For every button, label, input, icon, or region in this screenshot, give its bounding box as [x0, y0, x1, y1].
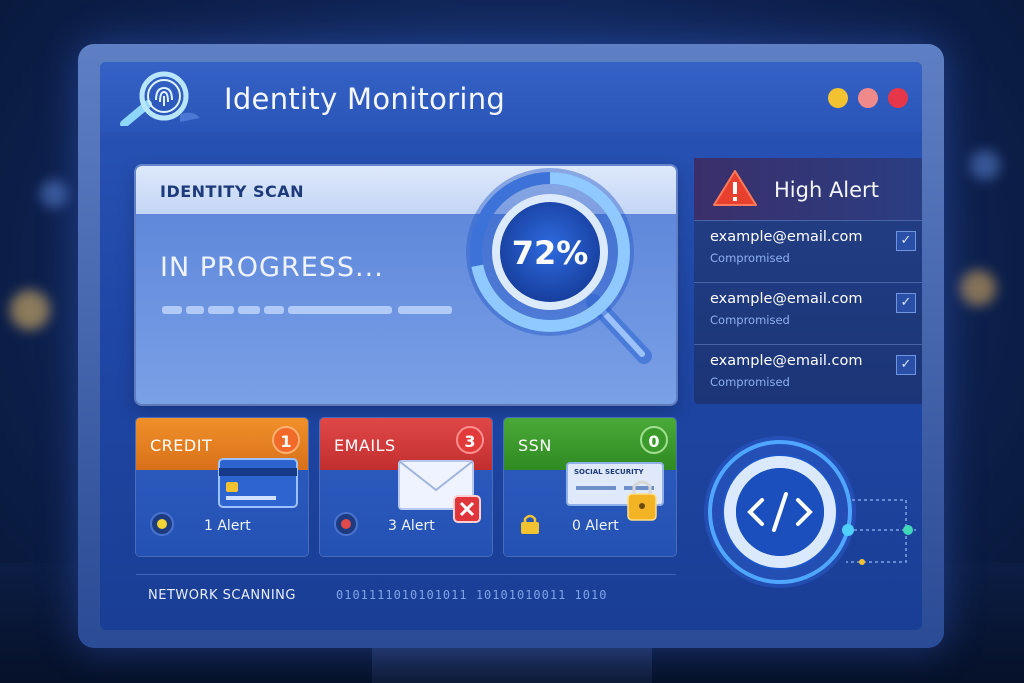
- fingerprint-search-icon: [120, 70, 202, 128]
- monitor-stand: [372, 646, 652, 683]
- lock-icon: [518, 512, 542, 536]
- alert-email: example@email.com: [710, 291, 863, 307]
- alert-email: example@email.com: [710, 229, 863, 245]
- progress-segment: [264, 306, 284, 314]
- ssn-tile[interactable]: SSN 0 SOCIAL SECURITY 0 Alert: [504, 418, 676, 556]
- card-title: EMAILS: [334, 436, 396, 455]
- scan-progress-gauge: 72%: [446, 152, 686, 392]
- warning-triangle-icon: [712, 168, 758, 208]
- app-title: Identity Monitoring: [224, 82, 506, 116]
- alert-item[interactable]: example@email.com Compromised ✓: [694, 282, 922, 344]
- alert-checkbox[interactable]: ✓: [896, 293, 916, 313]
- card-count-badge: 1: [272, 426, 300, 454]
- progress-segment: [238, 306, 260, 314]
- background-light: [970, 150, 1000, 180]
- alert-email: example@email.com: [710, 353, 863, 369]
- network-scanning-bar: NETWORK SCANNING 0101111010101011 101010…: [136, 574, 676, 608]
- card-count-badge: 0: [640, 426, 668, 454]
- alert-status: Compromised: [710, 313, 790, 327]
- network-label: NETWORK SCANNING: [148, 588, 296, 603]
- background-light: [960, 270, 996, 306]
- card-alert-count: 1 Alert: [204, 518, 251, 534]
- scan-percent: 72%: [511, 234, 589, 272]
- app-window: Identity Monitoring IDENTITY SCAN IN PRO…: [100, 62, 922, 630]
- background-light: [40, 180, 68, 208]
- credit-card-tile[interactable]: CREDIT 1 1 Alert: [136, 418, 308, 556]
- app-header: Identity Monitoring: [100, 62, 922, 132]
- alert-status: Compromised: [710, 375, 790, 389]
- progress-segment: [398, 306, 452, 314]
- progress-segment: [162, 306, 182, 314]
- alert-status: Compromised: [710, 251, 790, 265]
- high-alert-panel: High Alert example@email.com Compromised…: [694, 158, 922, 404]
- network-binary-stream: 0101111010101011 10101010011 1010: [336, 588, 608, 602]
- scan-status: IN PROGRESS...: [160, 252, 384, 283]
- monitor: Identity Monitoring IDENTITY SCAN IN PRO…: [78, 44, 944, 648]
- card-alert-count: 0 Alert: [572, 518, 619, 534]
- progress-segment: [208, 306, 234, 314]
- social-security-card-icon: SOCIAL SECURITY: [566, 462, 668, 526]
- card-status-indicator: [334, 512, 358, 536]
- card-title: CREDIT: [150, 436, 213, 455]
- card-alert-count: 3 Alert: [388, 518, 435, 534]
- background-light: [10, 290, 50, 330]
- code-brackets-icon[interactable]: [696, 430, 922, 600]
- alert-item[interactable]: example@email.com Compromised ✓: [694, 220, 922, 282]
- emails-tile[interactable]: EMAILS 3 3 Alert: [320, 418, 492, 556]
- credit-card-icon: [218, 458, 298, 512]
- close-button[interactable]: [888, 88, 908, 108]
- card-count-badge: 3: [456, 426, 484, 454]
- maximize-button[interactable]: [858, 88, 878, 108]
- alert-checkbox[interactable]: ✓: [896, 355, 916, 375]
- progress-segment: [288, 306, 392, 314]
- alert-item[interactable]: example@email.com Compromised ✓: [694, 344, 922, 406]
- alert-title: High Alert: [774, 178, 879, 202]
- ssn-card-label: SOCIAL SECURITY: [574, 468, 644, 476]
- alert-checkbox[interactable]: ✓: [896, 231, 916, 251]
- alert-panel-header: High Alert: [694, 158, 922, 220]
- scan-title: IDENTITY SCAN: [160, 182, 305, 201]
- minimize-button[interactable]: [828, 88, 848, 108]
- card-title: SSN: [518, 436, 552, 455]
- progress-segment: [186, 306, 204, 314]
- card-status-indicator: [150, 512, 174, 536]
